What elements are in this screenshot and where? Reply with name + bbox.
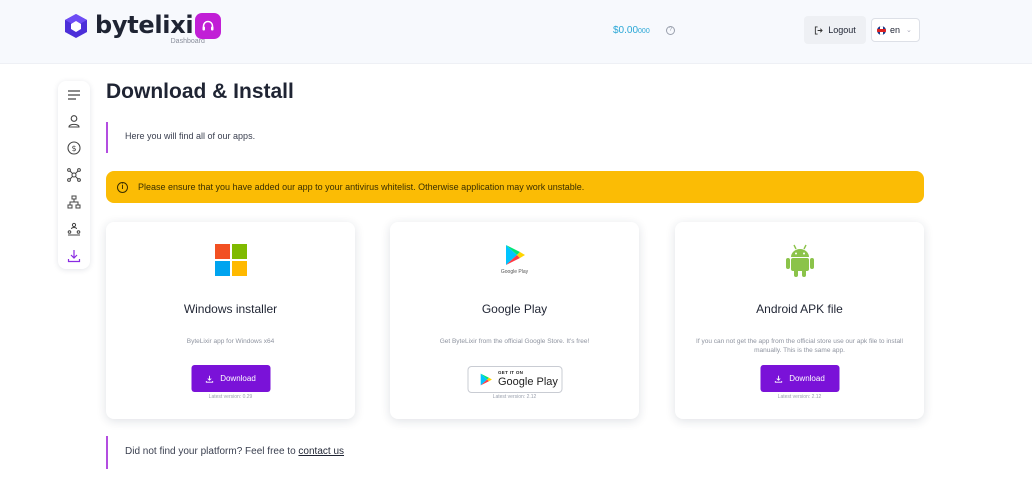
logout-icon — [815, 25, 823, 35]
sidebar-nav: $ — [58, 81, 90, 269]
footer-text: Did not find your platform? Feel free to — [125, 446, 299, 457]
svg-text:$: $ — [71, 144, 76, 153]
sidebar-item-menu[interactable] — [66, 87, 82, 103]
version-text: Latest version: 2.12 — [777, 394, 822, 400]
language-value: en — [890, 25, 901, 35]
alert-text: Please ensure that you have added our ap… — [138, 182, 585, 192]
balance-display: $0.00000 — [613, 25, 650, 36]
balance-small: 000 — [638, 28, 650, 35]
version-text: Latest version: 0.29 — [208, 394, 253, 400]
balance-info-icon[interactable]: ? — [666, 26, 675, 35]
android-apk-card: Android APK file If you can not get the … — [675, 222, 924, 419]
card-title: Android APK file — [756, 302, 843, 316]
sidebar-item-hierarchy[interactable] — [66, 194, 82, 210]
menu-icon — [68, 90, 80, 100]
hierarchy-icon — [67, 195, 81, 209]
referral-icon — [67, 222, 81, 236]
uk-flag-icon — [877, 25, 886, 35]
card-description: If you can not get the app from the offi… — [696, 338, 903, 354]
user-icon — [68, 115, 80, 128]
windows-download-button[interactable]: Download — [191, 365, 270, 392]
apk-download-button[interactable]: Download — [760, 365, 839, 392]
logout-button[interactable]: Logout — [804, 16, 866, 44]
contact-us-link[interactable]: contact us — [298, 446, 344, 457]
google-play-badge-button[interactable]: GET IT ON Google Play — [467, 366, 562, 393]
sidebar-item-earnings[interactable]: $ — [66, 140, 82, 156]
sidebar-item-network[interactable] — [66, 167, 82, 183]
windows-logo-icon — [214, 244, 247, 276]
android-robot-icon — [785, 244, 814, 277]
download-icon — [774, 375, 782, 383]
brand-logo[interactable]: bytelixir Dashboard — [64, 11, 205, 45]
sidebar-item-referrals[interactable] — [66, 221, 82, 237]
support-button[interactable] — [195, 13, 221, 39]
download-icon — [67, 250, 81, 263]
dollar-icon: $ — [67, 141, 81, 155]
badge-google-play: Google Play — [498, 375, 558, 388]
logout-label: Logout — [828, 25, 856, 35]
antivirus-warning-alert: i Please ensure that you have added our … — [106, 171, 924, 203]
google-play-icon — [480, 373, 492, 386]
card-title: Windows installer — [183, 302, 278, 316]
brand-subtitle: Dashboard — [170, 38, 205, 45]
chevron-down-icon: ⌄ — [906, 27, 912, 34]
google-play-caption: Google Play — [500, 269, 529, 275]
card-title: Google Play — [481, 302, 548, 316]
download-label: Download — [220, 374, 256, 383]
windows-installer-card: Windows installer ByteLixir app for Wind… — [106, 222, 355, 419]
sidebar-item-download[interactable] — [66, 248, 82, 264]
google-play-card: Google Play Google Play Get ByteLixir fr… — [390, 222, 639, 419]
language-select[interactable]: en ⌄ — [871, 18, 920, 42]
version-text: Latest version: 2.12 — [492, 394, 537, 400]
page-title: Download & Install — [106, 80, 294, 103]
top-header: bytelixir Dashboard $0.00000 ? Logout en… — [0, 0, 1032, 64]
download-label: Download — [789, 374, 825, 383]
network-icon — [67, 168, 81, 182]
card-description: ByteLixir app for Windows x64 — [186, 338, 275, 345]
info-icon: i — [117, 181, 128, 193]
footer-note: Did not find your platform? Feel free to… — [106, 436, 344, 469]
brand-name: bytelixir — [95, 11, 205, 39]
sidebar-item-profile[interactable] — [66, 113, 82, 129]
balance-main: $0.00 — [613, 25, 639, 36]
download-icon — [205, 375, 213, 383]
google-play-icon — [505, 245, 525, 265]
logo-hexagon-icon — [65, 14, 87, 38]
card-description: Get ByteLixir from the official Google S… — [439, 338, 590, 345]
google-play-logo: Google Play — [495, 244, 535, 275]
intro-text: Here you will find all of our apps. — [106, 122, 255, 153]
headset-icon — [202, 20, 214, 31]
